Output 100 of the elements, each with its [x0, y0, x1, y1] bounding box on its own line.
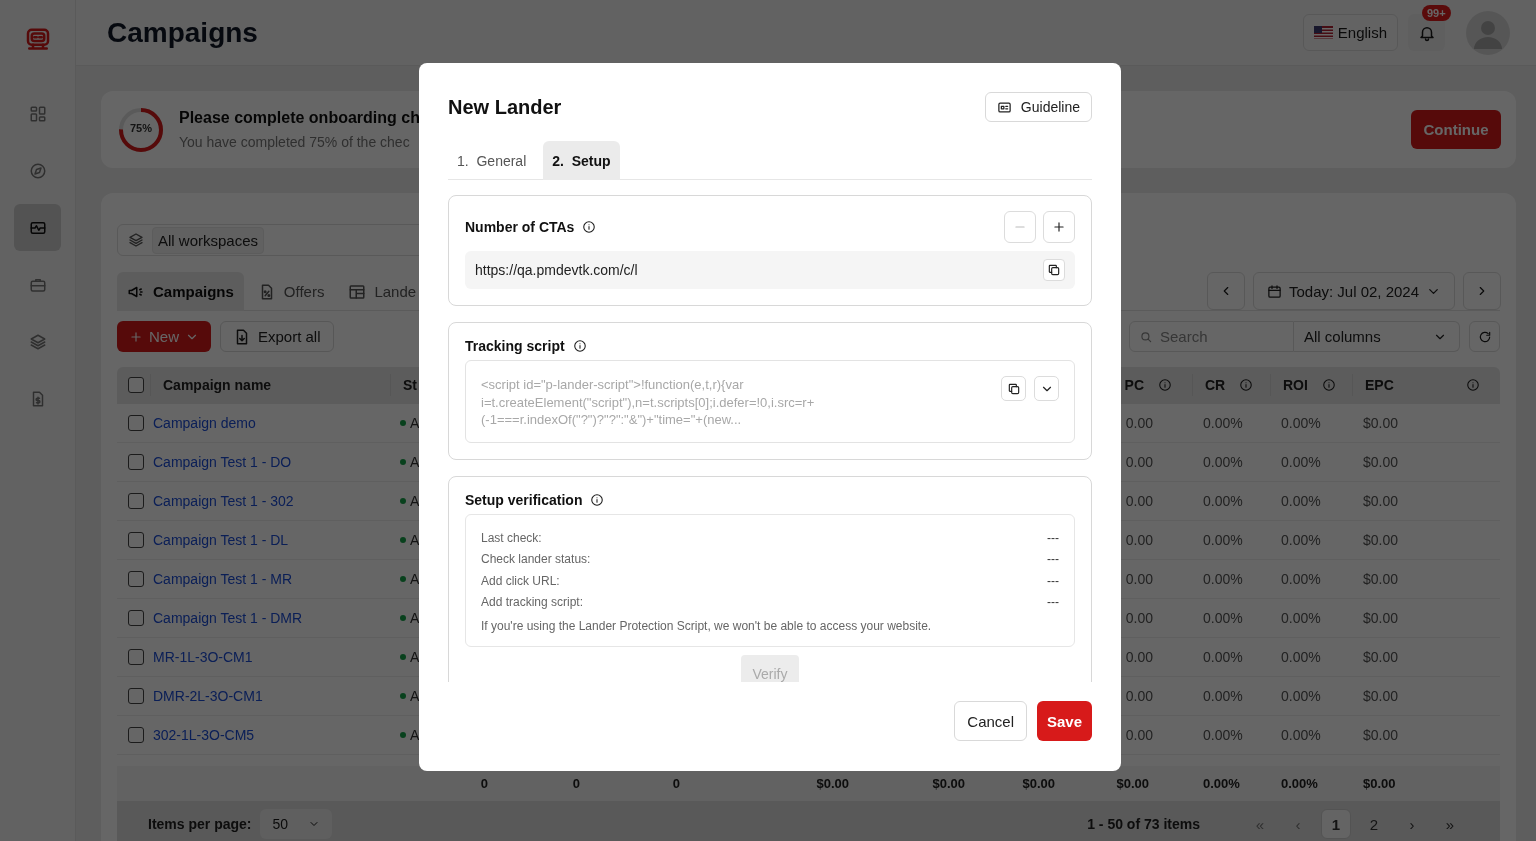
status-dot — [400, 575, 406, 582]
status-text: A — [410, 570, 420, 587]
row-checkbox[interactable] — [127, 648, 144, 665]
campaign-link[interactable]: Campaign demo — [150, 414, 256, 431]
next-page-button[interactable]: › — [1397, 809, 1427, 839]
table-cell: 0.00 — [1125, 492, 1153, 509]
date-picker[interactable]: Today: Jul 02, 2024 — [1253, 272, 1455, 310]
column-header: CR — [1205, 377, 1226, 394]
refresh-button[interactable] — [1469, 321, 1500, 352]
row-checkbox[interactable] — [127, 453, 144, 470]
check-value: --- — [1047, 530, 1059, 545]
total-cell: 0 — [480, 776, 488, 791]
campaign-link[interactable]: Campaign Test 1 - DO — [150, 453, 292, 470]
table-cell: 0.00 — [1125, 726, 1153, 743]
status-dot — [400, 614, 406, 621]
search-icon — [1139, 330, 1153, 344]
flag-icon — [1313, 26, 1333, 39]
page-button[interactable]: 1 — [1321, 809, 1351, 839]
table-cell: 0.00% — [1281, 414, 1321, 431]
table-cell: 0.00% — [1281, 687, 1321, 704]
script-field[interactable]: <script id="p-lander-script">!function(e,t,r){var i=t.createElement("script"),n=t.scripts[0];i.defer=!0,i.src=r+ (-1===r.indexOf("?")?"?":"&")+"time="+(new... — [465, 360, 1075, 443]
copy-icon — [1006, 381, 1021, 396]
table-cell: 0.00% — [1281, 453, 1321, 470]
column-select[interactable]: All columns — [1294, 321, 1460, 352]
copy-icon — [1047, 263, 1061, 277]
table-cell: 0.00% — [1281, 570, 1321, 587]
language-button[interactable]: English — [1302, 14, 1398, 51]
table-cell: 0.00% — [1203, 414, 1243, 431]
total-cell: $0.00 — [1116, 776, 1149, 791]
status-dot — [400, 692, 406, 699]
sidebar-item[interactable] — [14, 204, 61, 251]
row-checkbox[interactable] — [127, 414, 144, 431]
info-icon — [582, 220, 597, 234]
increase-button[interactable] — [1043, 211, 1075, 243]
status-text: A — [410, 609, 420, 626]
table-cell: $0.00 — [1363, 687, 1399, 704]
page-button[interactable]: 2 — [1359, 809, 1389, 839]
tab[interactable]: Lande — [338, 272, 427, 311]
total-cell: $0.00 — [932, 776, 965, 791]
onboarding-title: Please complete onboarding ch — [179, 109, 421, 127]
copy-button[interactable] — [1001, 376, 1026, 401]
table-cell: 0.00% — [1203, 609, 1243, 626]
column-header: Campaign name — [163, 377, 272, 394]
cancel-button[interactable]: Cancel — [954, 701, 1027, 741]
range-text: 1 - 50 of 73 items — [1087, 816, 1200, 832]
column-select-value: All columns — [1304, 328, 1381, 345]
continue-button[interactable]: Continue — [1411, 110, 1501, 149]
status-dot — [400, 653, 406, 660]
info-icon — [590, 493, 605, 507]
campaign-link[interactable]: 302-1L-3O-CM5 — [150, 726, 255, 743]
status-dot — [400, 497, 406, 504]
expand-button[interactable] — [1034, 376, 1059, 401]
campaign-link[interactable]: Campaign Test 1 - 302 — [150, 492, 294, 509]
table-cell: $0.00 — [1363, 453, 1399, 470]
total-cell: $0.00 — [816, 776, 849, 791]
status-dot — [400, 419, 406, 426]
table-cell: 0.00 — [1125, 609, 1153, 626]
check-value: --- — [1047, 552, 1059, 567]
campaign-link[interactable]: MR-1L-3O-CM1 — [150, 648, 253, 665]
total-cell: $0.00 — [1363, 776, 1396, 791]
copy-button[interactable] — [1043, 259, 1065, 281]
table-cell: 0.00% — [1203, 453, 1243, 470]
row-checkbox[interactable] — [127, 570, 144, 587]
campaign-link[interactable]: Campaign Test 1 - DL — [150, 531, 289, 548]
row-checkbox[interactable] — [127, 687, 144, 704]
row-checkbox[interactable] — [127, 531, 144, 548]
campaign-link[interactable]: Campaign Test 1 - DMR — [150, 609, 303, 626]
step-tab[interactable]: 2. Setup — [543, 141, 620, 180]
save-button[interactable]: Save — [1037, 701, 1092, 741]
url-field[interactable]: https://qa.pmdevtk.com/c/l — [465, 251, 1075, 289]
row-checkbox[interactable] — [127, 726, 144, 743]
total-cell: 0 — [572, 776, 580, 791]
dashboard-grid-icon — [28, 104, 47, 123]
table-cell: 0.00% — [1203, 570, 1243, 587]
table-cell: 0.00% — [1281, 726, 1321, 743]
status-text: A — [410, 726, 420, 743]
tab[interactable]: Campaigns — [117, 272, 244, 311]
url-text: https://qa.pmdevtk.com/c/l — [475, 262, 638, 278]
row-checkbox[interactable] — [127, 609, 144, 626]
export-button[interactable]: Export all — [220, 321, 334, 352]
new-button[interactable]: New — [117, 321, 211, 352]
row-checkbox[interactable] — [127, 492, 144, 509]
campaign-link[interactable]: Campaign Test 1 - MR — [150, 570, 292, 587]
table-cell: $0.00 — [1363, 414, 1399, 431]
tab[interactable]: Offers — [247, 272, 335, 311]
table-cell: 0.00 — [1125, 453, 1153, 470]
table-cell: $0.00 — [1363, 648, 1399, 665]
status-text: A — [410, 687, 420, 704]
compass-icon — [28, 161, 47, 180]
page-size-select[interactable]: 50 — [260, 809, 333, 839]
avatar[interactable] — [1466, 10, 1510, 55]
guideline-button[interactable]: Guideline — [984, 92, 1092, 122]
items-per-page-label: Items per page: — [148, 816, 252, 832]
last-page-button[interactable]: » — [1435, 809, 1465, 839]
code-line: (-1===r.indexOf("?")?"?":"&")+"time="+(new... — [481, 411, 743, 429]
select-all-checkbox[interactable] — [127, 377, 144, 394]
campaign-link[interactable]: DMR-2L-3O-CM1 — [150, 687, 263, 704]
check-value: --- — [1047, 573, 1059, 588]
status-dot — [400, 731, 406, 738]
step-tab[interactable]: 1. General — [448, 141, 536, 180]
